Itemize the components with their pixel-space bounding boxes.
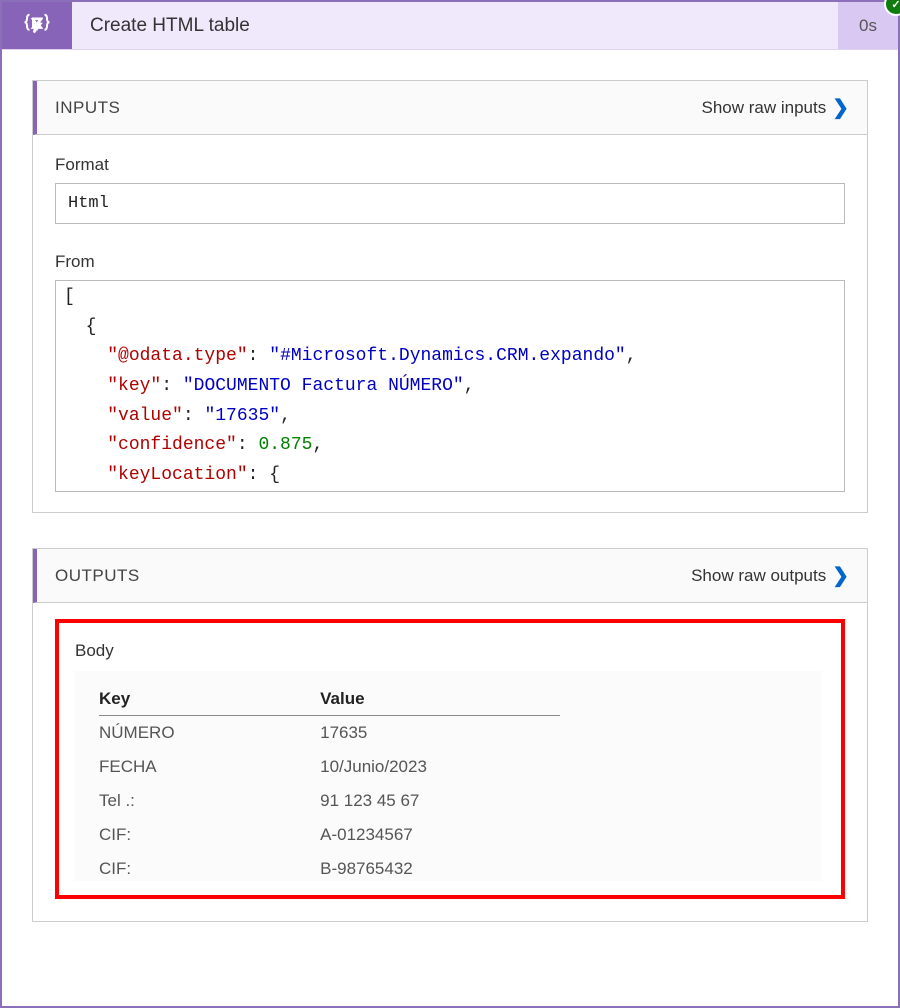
cell-key: NÚMERO bbox=[99, 716, 320, 751]
highlighted-result: Body Key Value NÚMERO17635FECHA10/Junio/… bbox=[55, 619, 845, 899]
show-raw-outputs-label: Show raw outputs bbox=[691, 566, 826, 586]
body-label: Body bbox=[75, 641, 821, 661]
col-value-header: Value bbox=[320, 681, 560, 716]
outputs-card: OUTPUTS Show raw outputs ❯ Body Key Valu… bbox=[32, 548, 868, 922]
cell-value: B-98765432 bbox=[320, 852, 560, 881]
cell-key: CIF: bbox=[99, 852, 320, 881]
cell-value: 10/Junio/2023 bbox=[320, 750, 560, 784]
from-json-viewer[interactable]: [ { "@odata.type": "#Microsoft.Dynamics.… bbox=[55, 280, 845, 492]
table-row: FECHA10/Junio/2023 bbox=[99, 750, 560, 784]
chevron-right-icon: ❯ bbox=[832, 95, 849, 120]
chevron-right-icon: ❯ bbox=[832, 563, 849, 588]
result-table: Key Value NÚMERO17635FECHA10/Junio/2023T… bbox=[99, 681, 560, 881]
action-icon bbox=[2, 2, 72, 49]
show-raw-outputs-link[interactable]: Show raw outputs ❯ bbox=[691, 563, 849, 588]
table-row: CIF:B-98765432 bbox=[99, 852, 560, 881]
action-header: Create HTML table 0s bbox=[2, 2, 898, 50]
inputs-card: INPUTS Show raw inputs ❯ Format Html Fro… bbox=[32, 80, 868, 513]
table-row: CIF:A-01234567 bbox=[99, 818, 560, 852]
cell-value: 91 123 45 67 bbox=[320, 784, 560, 818]
format-label: Format bbox=[55, 155, 845, 175]
inputs-title: INPUTS bbox=[55, 98, 120, 118]
cell-key: CIF: bbox=[99, 818, 320, 852]
show-raw-inputs-label: Show raw inputs bbox=[702, 98, 827, 118]
filter-braces-icon bbox=[22, 11, 52, 41]
cell-value: 17635 bbox=[320, 716, 560, 751]
cell-value: A-01234567 bbox=[320, 818, 560, 852]
outputs-header: OUTPUTS Show raw outputs ❯ bbox=[33, 549, 867, 603]
format-value: Html bbox=[55, 183, 845, 224]
cell-key: Tel .: bbox=[99, 784, 320, 818]
outputs-title: OUTPUTS bbox=[55, 566, 140, 586]
inputs-header: INPUTS Show raw inputs ❯ bbox=[33, 81, 867, 135]
action-title: Create HTML table bbox=[72, 2, 838, 49]
table-row: NÚMERO17635 bbox=[99, 716, 560, 751]
cell-key: FECHA bbox=[99, 750, 320, 784]
table-row: Tel .:91 123 45 67 bbox=[99, 784, 560, 818]
body-table-scroll[interactable]: Key Value NÚMERO17635FECHA10/Junio/2023T… bbox=[75, 671, 821, 881]
from-label: From bbox=[55, 252, 845, 272]
col-key-header: Key bbox=[99, 681, 320, 716]
show-raw-inputs-link[interactable]: Show raw inputs ❯ bbox=[702, 95, 850, 120]
